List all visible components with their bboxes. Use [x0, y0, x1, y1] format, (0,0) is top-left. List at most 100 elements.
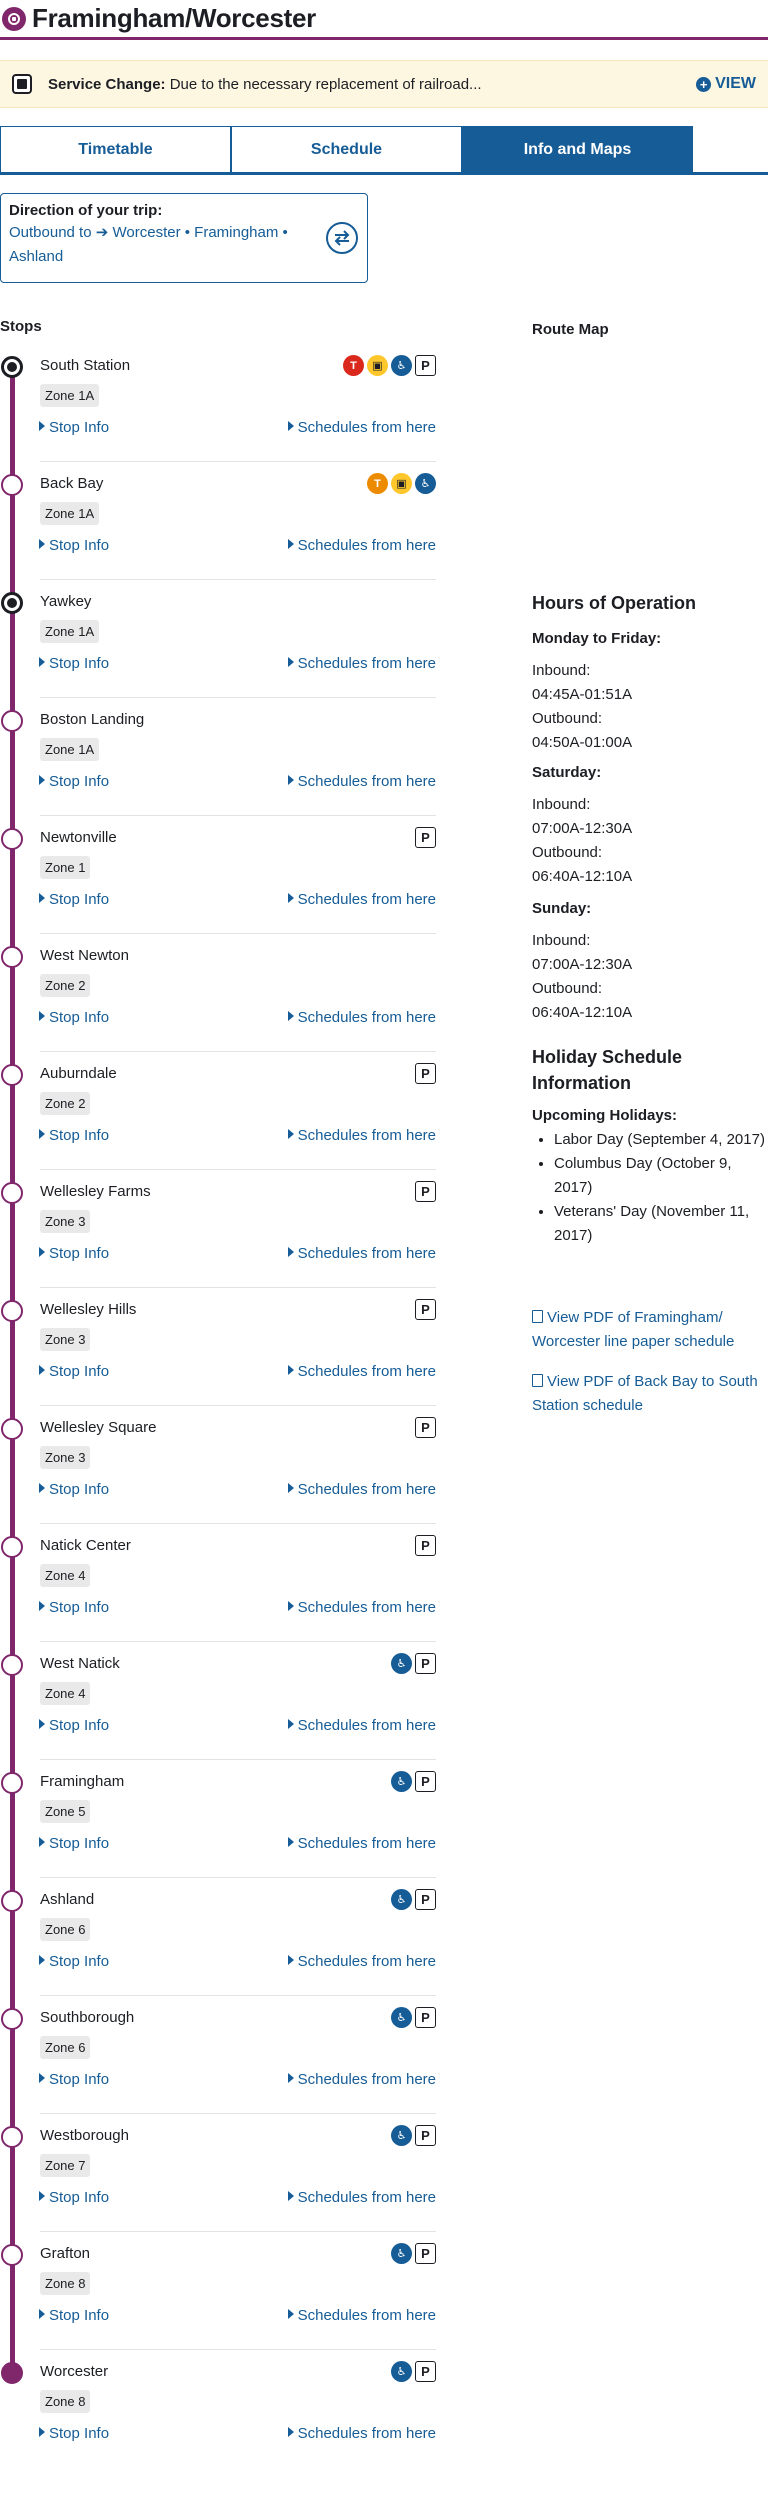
schedules-from-here-link[interactable]: Schedules from here	[287, 2189, 436, 2206]
stop-marker	[1, 2126, 23, 2148]
stop-info-label: Stop Info	[49, 891, 110, 908]
stop-features: T ▣ ♿ P	[343, 355, 436, 376]
page-title: Framingham/Worcester	[32, 3, 316, 33]
stop-info-link[interactable]: Stop Info	[39, 2425, 109, 2442]
caret-right-icon	[39, 1011, 45, 1021]
stop-info-link[interactable]: Stop Info	[39, 1953, 109, 1970]
tab-bar: Timetable Schedule Info and Maps	[0, 126, 768, 175]
stop-info-link[interactable]: Stop Info	[39, 1481, 109, 1498]
stop-info-link[interactable]: Stop Info	[39, 2307, 109, 2324]
stop-info-link[interactable]: Stop Info	[39, 1245, 109, 1262]
schedules-from-here-link[interactable]: Schedules from here	[287, 1245, 436, 1262]
stop-row: Wellesley Hills P Zone 3 Stop Info Schedules…	[0, 1288, 440, 1406]
stop-info-link[interactable]: Stop Info	[39, 773, 109, 790]
caret-right-icon	[39, 539, 45, 549]
tab-info-and-maps[interactable]: Info and Maps	[462, 126, 693, 172]
stop-info-link[interactable]: Stop Info	[39, 1835, 109, 1852]
stop-name: Framingham	[40, 1773, 125, 1790]
schedules-from-here-link[interactable]: Schedules from here	[287, 1009, 436, 1026]
stop-info-link[interactable]: Stop Info	[39, 419, 109, 436]
alert-view-label: VIEW	[715, 75, 756, 92]
stop-row: Wellesley Square P Zone 3 Stop Info Schedule…	[0, 1406, 440, 1524]
caret-right-icon	[287, 1601, 294, 1611]
zone-badge: Zone 3	[40, 1210, 91, 1233]
schedules-from-here-link[interactable]: Schedules from here	[287, 419, 436, 436]
alert-message: Due to the necessary replacement of rail…	[169, 75, 482, 93]
stop-info-link[interactable]: Stop Info	[39, 1717, 109, 1734]
stop-info-link[interactable]: Stop Info	[39, 891, 109, 908]
stop-info-link[interactable]: Stop Info	[39, 537, 109, 554]
stop-info-link[interactable]: Stop Info	[39, 1127, 109, 1144]
schedules-from-here-link[interactable]: Schedules from here	[287, 1481, 436, 1498]
parking-icon: P	[415, 1063, 436, 1084]
stop-info-link[interactable]: Stop Info	[39, 1363, 109, 1380]
tab-schedule[interactable]: Schedule	[231, 126, 462, 172]
stop-info-link[interactable]: Stop Info	[39, 655, 109, 672]
stop-name: Grafton	[40, 2245, 91, 2262]
schedules-label: Schedules from here	[297, 2307, 436, 2324]
stop-info-link[interactable]: Stop Info	[39, 2189, 109, 2206]
stop-info-link[interactable]: Stop Info	[39, 1599, 109, 1616]
hours-weekday: Monday to Friday: Inbound: 04:45A-01:51A…	[532, 627, 768, 761]
caret-right-icon	[39, 1719, 45, 1729]
caret-right-icon	[287, 539, 294, 549]
schedules-from-here-link[interactable]: Schedules from here	[287, 2307, 436, 2324]
schedules-from-here-link[interactable]: Schedules from here	[287, 1127, 436, 1144]
zone-badge: Zone 1	[40, 856, 91, 879]
stop-row: Southborough ♿ P Zone 6 Stop Info Schedules f…	[0, 1996, 440, 2114]
parking-icon: P	[415, 2125, 436, 2146]
accessible-icon: ♿	[391, 2361, 412, 2382]
stop-marker	[1, 710, 23, 732]
tab-timetable[interactable]: Timetable	[0, 126, 231, 172]
swap-direction-button[interactable]	[326, 222, 358, 254]
accessible-icon: ♿	[391, 2007, 412, 2028]
schedules-from-here-link[interactable]: Schedules from here	[287, 1717, 436, 1734]
schedules-label: Schedules from here	[297, 1363, 436, 1380]
stop-info-link[interactable]: Stop Info	[39, 1009, 109, 1026]
alert-view-button[interactable]: + VIEW	[696, 75, 756, 93]
schedules-from-here-link[interactable]: Schedules from here	[287, 1599, 436, 1616]
zone-badge: Zone 2	[40, 974, 91, 997]
plus-circle-icon: +	[696, 76, 712, 92]
stop-marker	[1, 828, 23, 850]
schedules-from-here-link[interactable]: Schedules from here	[287, 537, 436, 554]
stop-marker	[1, 356, 23, 378]
schedules-from-here-link[interactable]: Schedules from here	[287, 2071, 436, 2088]
schedules-from-here-link[interactable]: Schedules from here	[287, 1953, 436, 1970]
stop-features: P	[415, 1417, 436, 1438]
pdf-link-line-schedule[interactable]: View PDF of Framingham/ Worcester line p…	[532, 1306, 768, 1354]
schedules-from-here-link[interactable]: Schedules from here	[287, 773, 436, 790]
caret-right-icon	[287, 775, 294, 785]
inbound-label: Inbound:	[532, 932, 591, 949]
outbound-hours: 06:40A-12:10A	[532, 1004, 633, 1021]
pdf-link-label: View PDF of Back Bay to South Station sc…	[532, 1373, 758, 1414]
accessible-icon: ♿	[391, 1771, 412, 1792]
schedules-label: Schedules from here	[297, 1835, 436, 1852]
stop-row: West Newton Zone 2 Stop Info Schedules from…	[0, 934, 440, 1052]
schedules-from-here-link[interactable]: Schedules from here	[287, 2425, 436, 2442]
schedules-from-here-link[interactable]: Schedules from here	[287, 1363, 436, 1380]
schedules-label: Schedules from here	[297, 1953, 436, 1970]
stop-features: ♿ P	[391, 1653, 436, 1674]
stop-info-label: Stop Info	[49, 773, 110, 790]
parking-icon: P	[415, 2243, 436, 2264]
outbound-hours: 04:50A-01:00A	[532, 734, 633, 751]
schedules-from-here-link[interactable]: Schedules from here	[287, 655, 436, 672]
stop-info-label: Stop Info	[49, 1599, 110, 1616]
pdf-file-icon	[532, 1310, 543, 1323]
schedules-label: Schedules from here	[297, 2071, 436, 2088]
stop-marker	[1, 1418, 23, 1440]
pdf-link-back-bay-schedule[interactable]: View PDF of Back Bay to South Station sc…	[532, 1370, 768, 1418]
stop-info-link[interactable]: Stop Info	[39, 2071, 109, 2088]
outbound-label: Outbound:	[532, 980, 603, 997]
outbound-label: Outbound:	[532, 844, 603, 861]
commuter-rail-icon: ▣	[391, 473, 412, 494]
stop-name: Back Bay	[40, 475, 104, 492]
zone-badge: Zone 4	[40, 1564, 91, 1587]
caret-right-icon	[287, 2309, 294, 2319]
stop-row: Wellesley Farms P Zone 3 Stop Info Schedules…	[0, 1170, 440, 1288]
day-heading: Monday to Friday:	[532, 630, 662, 647]
direction-destination[interactable]: Outbound to ➔ Worcester • Framingham • A…	[9, 221, 309, 269]
schedules-from-here-link[interactable]: Schedules from here	[287, 1835, 436, 1852]
schedules-from-here-link[interactable]: Schedules from here	[287, 891, 436, 908]
